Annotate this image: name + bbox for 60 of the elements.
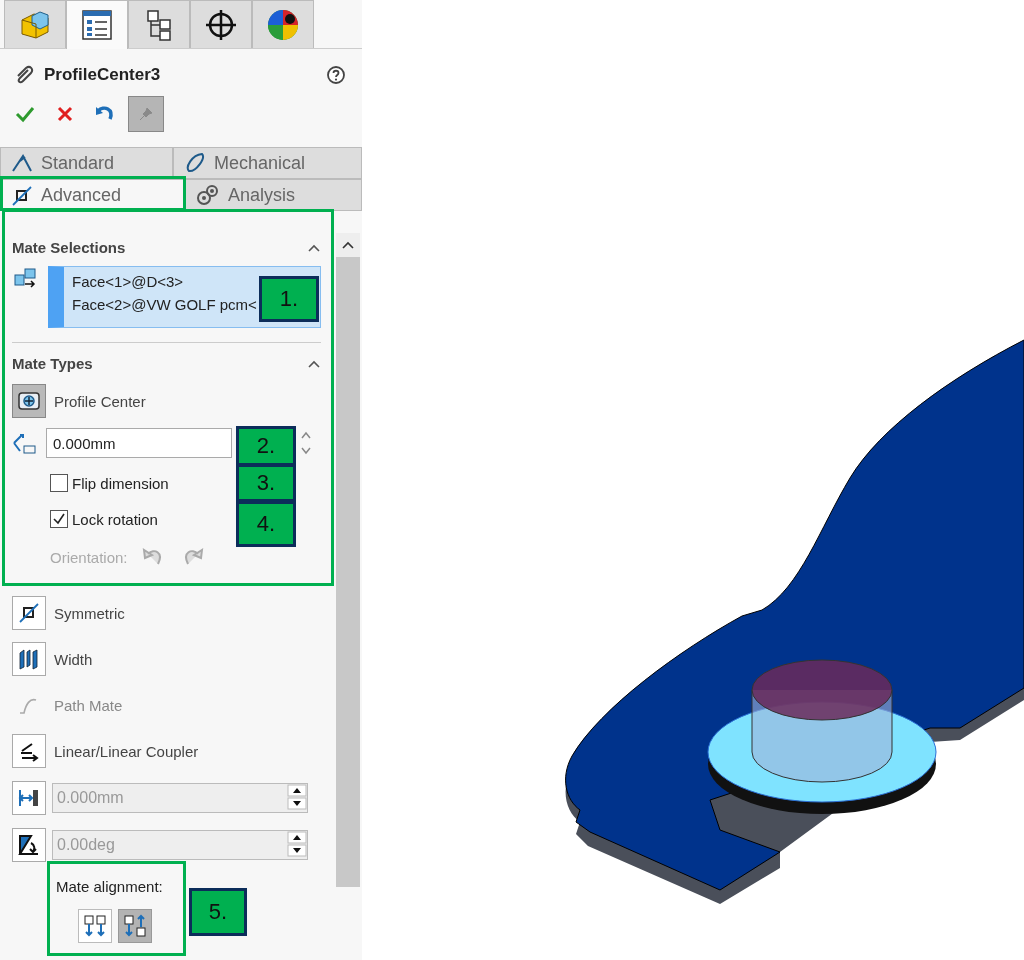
help-icon[interactable] [326, 65, 346, 85]
checkbox[interactable] [50, 510, 68, 528]
property-list-icon [80, 8, 114, 42]
section-title: Mate Types [12, 355, 93, 372]
callout-tooltip: 3. [236, 464, 296, 502]
selection-item[interactable]: Face<1>@D<3> [72, 270, 184, 293]
collapse-icon[interactable] [307, 242, 321, 253]
mate-tab[interactable]: Analysis [185, 179, 362, 211]
distance-icon [12, 431, 38, 455]
pin-icon [138, 106, 154, 122]
mate-parts-icon [12, 266, 38, 290]
cam-icon [184, 152, 206, 174]
angle-icon [11, 153, 33, 173]
feature-title: ProfileCenter3 [44, 65, 162, 85]
mate-type-label: Width [54, 650, 93, 668]
alignment-button[interactable] [118, 909, 152, 943]
mate-type-button[interactable] [12, 642, 46, 676]
selection-item[interactable]: Face<2>@VW GOLF pcm< [72, 293, 257, 316]
mate-type-label: Linear/Linear Coupler [54, 742, 199, 760]
checkbox-label: Flip dimension [72, 474, 169, 492]
crosshair-icon [204, 7, 238, 42]
mate-type-label: Path Mate [54, 696, 123, 714]
anti-aligned-icon [122, 913, 148, 939]
scrollbar-thumb[interactable] [336, 257, 360, 887]
checkmark-icon [15, 104, 35, 124]
checkbox-label: Lock rotation [72, 510, 158, 528]
color-ball-icon [266, 7, 300, 42]
mate-tab[interactable]: Standard [0, 147, 173, 179]
mate-type-label: Profile Center [54, 392, 146, 410]
alignment-button[interactable] [78, 909, 112, 943]
mate-type-button[interactable] [12, 734, 46, 768]
mate-type-button[interactable] [12, 384, 46, 418]
distance-field[interactable]: 0.000mm [46, 428, 232, 458]
orientation-label: Orientation: [50, 548, 128, 566]
width-icon [17, 647, 41, 671]
close-icon [56, 105, 74, 123]
callout-tooltip: 1. [259, 276, 319, 322]
callout-tooltip: 4. [236, 501, 296, 547]
scroll-up-icon[interactable] [341, 240, 355, 250]
mate-type-button[interactable] [12, 596, 46, 630]
gears-icon [196, 184, 220, 206]
distance-button[interactable] [12, 781, 46, 815]
angle-button[interactable] [12, 828, 46, 862]
aligned-icon [82, 913, 108, 939]
alignment-label: Mate alignment: [56, 878, 163, 895]
callout-tooltip: 5. [189, 888, 247, 936]
panel-tab[interactable] [128, 0, 190, 48]
panel-tab[interactable] [252, 0, 314, 48]
symmetric-icon [18, 602, 40, 624]
callout-tooltip: 2. [236, 426, 296, 466]
section-title: Mate Selections [12, 239, 126, 256]
coupler-icon [18, 740, 40, 762]
angle-icon [17, 833, 41, 857]
panel-tab[interactable] [190, 0, 252, 48]
profile-center-icon [17, 391, 41, 411]
checkbox[interactable] [50, 474, 68, 492]
collapse-icon[interactable] [307, 358, 321, 369]
symmetric-icon [11, 184, 33, 207]
mate-type-label: Symmetric [54, 604, 125, 622]
mate-tab[interactable]: Mechanical [173, 147, 362, 179]
